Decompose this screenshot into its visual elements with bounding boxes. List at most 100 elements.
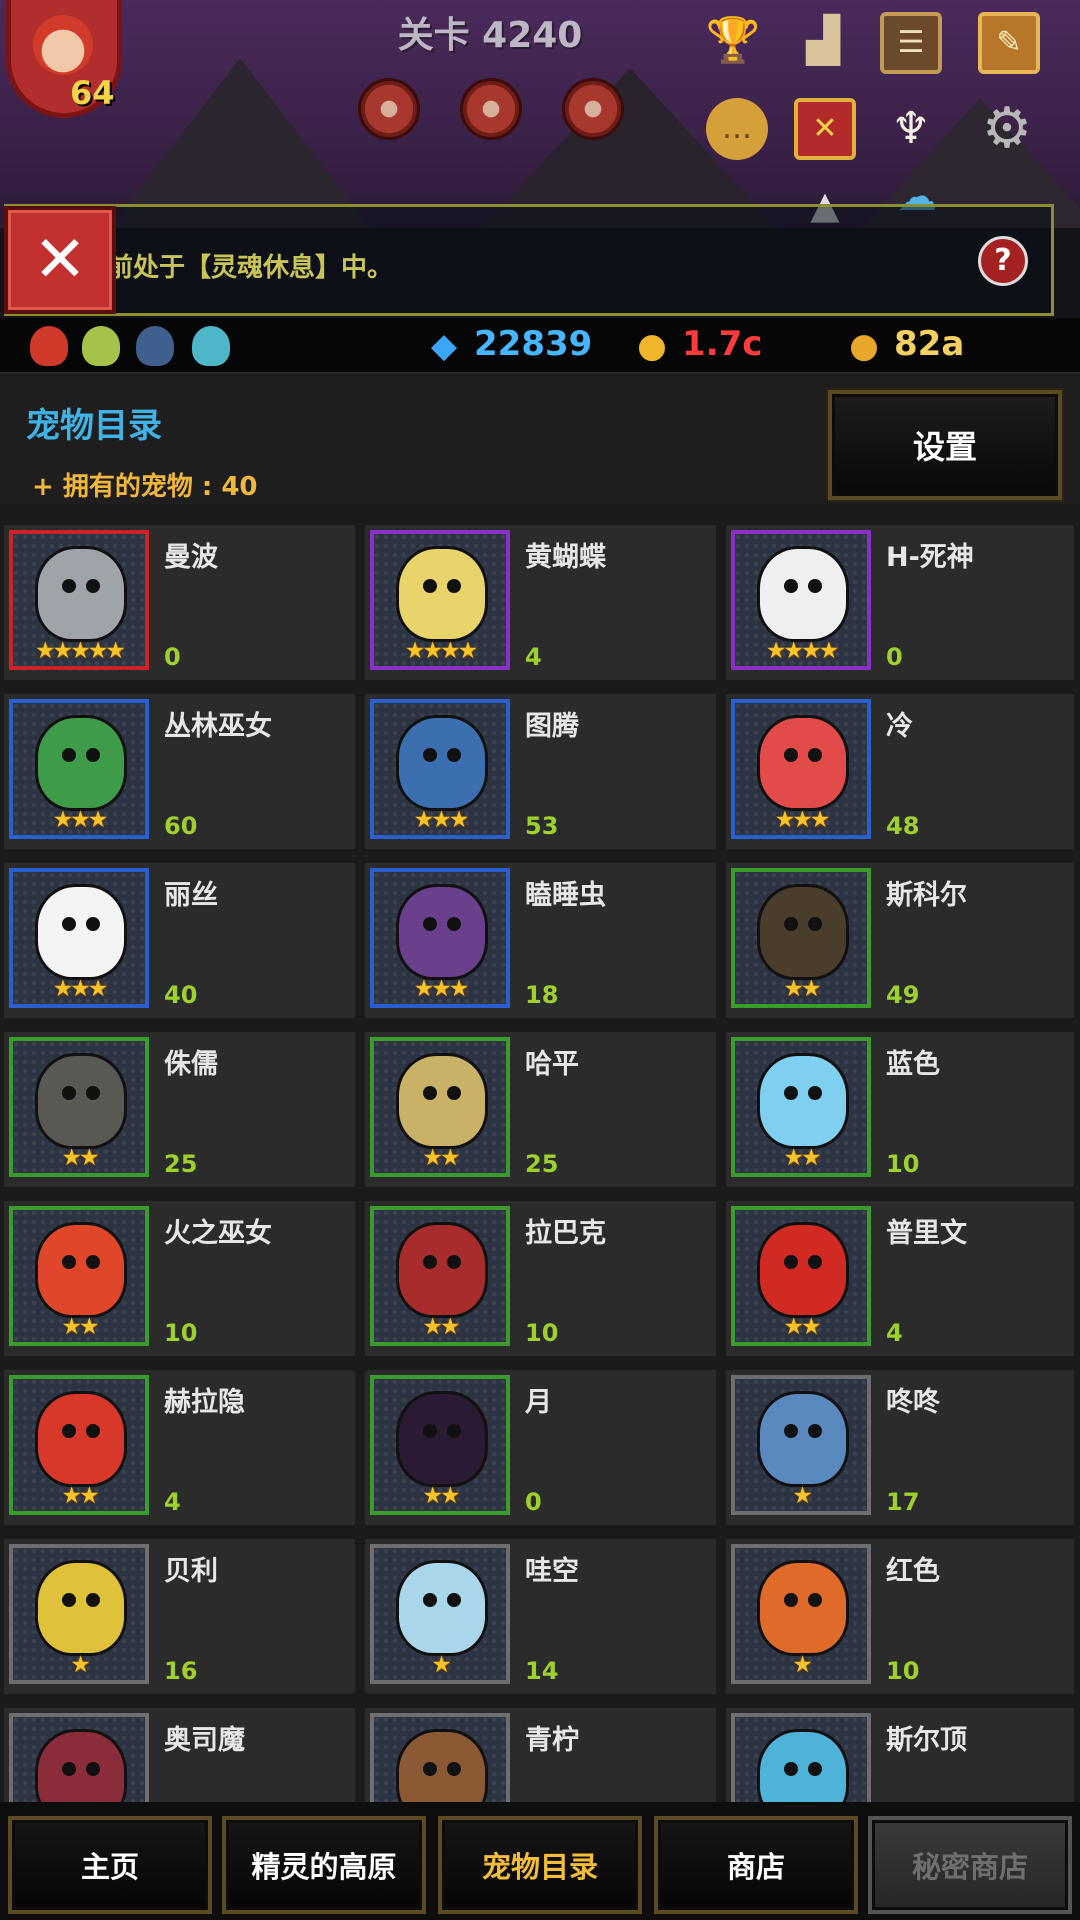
pet-portrait: ★★ xyxy=(370,1037,510,1177)
pet-stars: ★★ xyxy=(422,1145,460,1171)
pet-card[interactable]: 斯尔顶 xyxy=(726,1708,1074,1802)
pet-stars: ★★ xyxy=(783,976,821,1002)
coin-icon: ● xyxy=(849,326,879,366)
gear-icon[interactable]: ⚙ xyxy=(976,98,1038,160)
pet-count: 16 xyxy=(164,1657,198,1685)
pet-creature-icon xyxy=(35,1222,127,1318)
pet-creature-icon xyxy=(396,715,488,811)
pet-card[interactable]: ★★ 拉巴克 10 xyxy=(365,1201,716,1356)
pet-stars: ★★ xyxy=(61,1483,99,1509)
pet-name: 红色 xyxy=(886,1556,940,1587)
pet-portrait: ★★★★ xyxy=(731,530,871,670)
pet-card[interactable]: ★★ 斯科尔 49 xyxy=(726,863,1074,1018)
pet-name: 斯科尔 xyxy=(886,880,967,911)
pet-stars: ★★★ xyxy=(413,976,470,1002)
pet-name: 咚咚 xyxy=(886,1387,940,1418)
pet-card[interactable]: ★★ 侏儒 25 xyxy=(4,1032,355,1187)
pet-creature-icon xyxy=(396,1560,488,1656)
hero-warrior-icon[interactable] xyxy=(30,326,68,366)
medal-icon: ● xyxy=(637,326,667,366)
pet-card[interactable]: ★ 咚咚 17 xyxy=(726,1370,1074,1525)
hero-knight-icon[interactable] xyxy=(136,326,174,366)
pet-card[interactable]: 青柠 xyxy=(365,1708,716,1802)
pet-portrait: ★★ xyxy=(731,1037,871,1177)
pet-card[interactable]: ★ 哇空 14 xyxy=(365,1539,716,1694)
pet-creature-icon xyxy=(396,884,488,980)
resource-bar: ◆ 22839 ● 1.7c ● 82a xyxy=(0,318,1080,374)
pet-card[interactable]: ★★ 哈平 25 xyxy=(365,1032,716,1187)
pet-card[interactable]: ★★★★★ 曼波 0 xyxy=(4,525,355,680)
pet-card[interactable]: ★★★ 图腾 53 xyxy=(365,694,716,849)
pet-portrait: ★★★ xyxy=(370,868,510,1008)
pet-creature-icon xyxy=(35,546,127,642)
pet-card[interactable]: ★★ 赫拉隐 4 xyxy=(4,1370,355,1525)
pet-name: 赫拉隐 xyxy=(164,1387,245,1418)
chat-icon[interactable]: … xyxy=(706,98,768,160)
pet-card[interactable]: ★★ 月 0 xyxy=(365,1370,716,1525)
nav-plateau-button[interactable]: 精灵的高原 xyxy=(222,1816,426,1914)
pet-portrait: ★★ xyxy=(731,1206,871,1346)
pet-card[interactable]: ★★★ 冷 48 xyxy=(726,694,1074,849)
hero-elf-icon[interactable] xyxy=(82,326,120,366)
pet-name: 青柠 xyxy=(525,1725,579,1756)
angel-icon[interactable]: ♆ xyxy=(880,98,942,160)
ranking-icon[interactable]: ▟ xyxy=(792,10,854,72)
pet-name: 曼波 xyxy=(164,542,218,573)
help-icon[interactable]: ? xyxy=(978,236,1028,286)
medal-count: 1.7c xyxy=(682,324,763,364)
pet-portrait: ★★★★★ xyxy=(9,530,149,670)
pet-portrait xyxy=(9,1713,149,1802)
gift-icon[interactable]: ✕ xyxy=(794,98,856,160)
pet-portrait xyxy=(731,1713,871,1802)
pet-card[interactable]: ★★★ 丛林巫女 60 xyxy=(4,694,355,849)
pet-card[interactable]: 奥司魔 xyxy=(4,1708,355,1802)
pet-count: 48 xyxy=(886,812,920,840)
pet-card[interactable]: ★★★★ H-死神 0 xyxy=(726,525,1074,680)
pet-card[interactable]: ★ 贝利 16 xyxy=(4,1539,355,1694)
nav-shop-button[interactable]: 商店 xyxy=(654,1816,858,1914)
gold-count: 82a xyxy=(894,324,965,364)
pet-card[interactable]: ★★★★ 黄蝴蝶 4 xyxy=(365,525,716,680)
pet-name: 贝利 xyxy=(164,1556,218,1587)
pet-card[interactable]: ★★ 火之巫女 10 xyxy=(4,1201,355,1356)
pet-portrait: ★★ xyxy=(9,1375,149,1515)
pet-name: 哇空 xyxy=(525,1556,579,1587)
pet-card[interactable]: ★★★ 瞌睡虫 18 xyxy=(365,863,716,1018)
pet-card[interactable]: ★★★ 丽丝 40 xyxy=(4,863,355,1018)
quest-icon[interactable]: ✎ xyxy=(978,12,1040,74)
pet-stars: ★★★★ xyxy=(765,638,839,664)
nav-home-button[interactable]: 主页 xyxy=(8,1816,212,1914)
player-level: 64 xyxy=(70,74,115,112)
pet-portrait: ★ xyxy=(9,1544,149,1684)
pet-count: 0 xyxy=(164,643,181,671)
pet-card[interactable]: ★ 红色 10 xyxy=(726,1539,1074,1694)
pet-stars: ★ xyxy=(431,1652,452,1678)
pet-stars: ★★★ xyxy=(52,807,109,833)
pet-creature-icon xyxy=(757,1729,849,1802)
game-scene: 64 关卡 4240 🏆 ▟ ☰ ✎ … ✕ ♆ ⚙ ▲ ☁ 前处于【灵魂休息】… xyxy=(0,0,1080,318)
settings-button[interactable]: 设置 xyxy=(828,390,1062,500)
pet-portrait: ★ xyxy=(370,1544,510,1684)
pet-creature-icon xyxy=(396,1729,488,1802)
pet-stars: ★★ xyxy=(61,1145,99,1171)
nav-pet-catalog-button[interactable]: 宠物目录 xyxy=(438,1816,642,1914)
pet-creature-icon xyxy=(757,1560,849,1656)
pet-card[interactable]: ★★ 普里文 4 xyxy=(726,1201,1074,1356)
pet-portrait xyxy=(370,1713,510,1802)
owned-pets-count: + 拥有的宠物 : 40 xyxy=(32,472,258,502)
pet-creature-icon xyxy=(757,1053,849,1149)
nav-secret-shop-button[interactable]: 秘密商店 xyxy=(868,1816,1072,1914)
book-icon[interactable]: ☰ xyxy=(880,12,942,74)
pet-count: 18 xyxy=(525,981,559,1009)
trophy-icon[interactable]: 🏆 xyxy=(702,10,764,72)
pet-portrait: ★ xyxy=(731,1544,871,1684)
pet-stars: ★★ xyxy=(783,1145,821,1171)
pet-stars: ★ xyxy=(792,1483,813,1509)
pet-count: 53 xyxy=(525,812,559,840)
pet-name: 侏儒 xyxy=(164,1049,218,1080)
pet-stars: ★★★ xyxy=(774,807,831,833)
pet-card[interactable]: ★★ 蓝色 10 xyxy=(726,1032,1074,1187)
close-button[interactable]: ✕ xyxy=(4,206,116,314)
hero-robot-icon[interactable] xyxy=(192,326,230,366)
pet-count: 4 xyxy=(886,1319,903,1347)
